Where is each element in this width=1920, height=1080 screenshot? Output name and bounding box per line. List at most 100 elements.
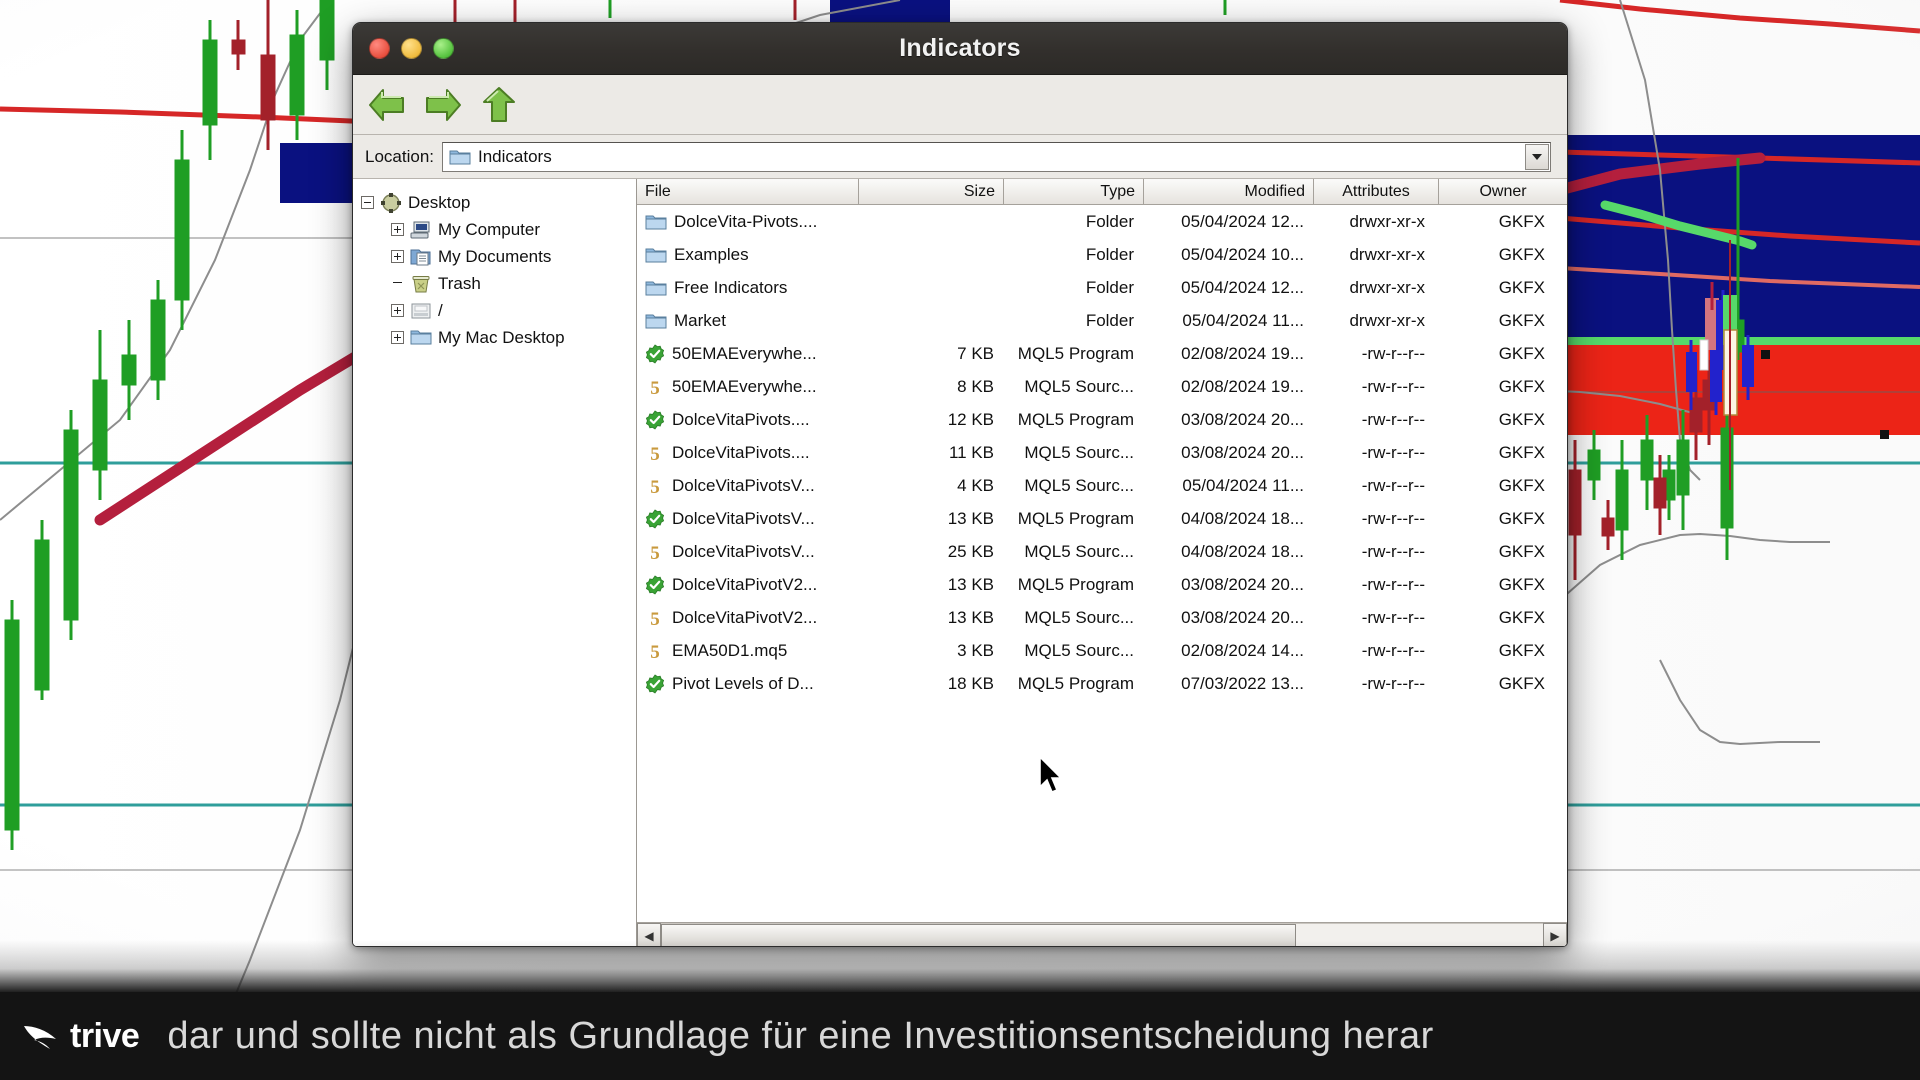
- mql5-ex5-icon: [645, 574, 665, 595]
- cell-file[interactable]: 5 EMA50D1.mq5: [637, 641, 859, 661]
- table-row[interactable]: Market Folder 05/04/2024 11... drwxr-xr-x GK…: [637, 304, 1567, 337]
- cell-owner: GKFX: [1498, 343, 1545, 363]
- table-row[interactable]: 5 DolceVitaPivotsV... 4 KB MQL5 Sourc... 05/…: [637, 469, 1567, 502]
- column-header-modified[interactable]: Modified: [1144, 179, 1314, 204]
- cell-file[interactable]: Free Indicators: [637, 278, 859, 298]
- cell-file[interactable]: 5 DolceVitaPivotsV...: [637, 476, 859, 496]
- table-row[interactable]: 5 DolceVitaPivots.... 11 KB MQL5 Sourc... 03…: [637, 436, 1567, 469]
- trash-icon: [412, 275, 430, 292]
- tree-item-my-documents[interactable]: My Documents: [361, 243, 636, 270]
- folder-icon: [645, 246, 667, 264]
- cell-file[interactable]: 5 DolceVitaPivots....: [637, 443, 859, 463]
- location-dropdown-button[interactable]: [1525, 143, 1549, 170]
- table-row[interactable]: DolceVitaPivots.... 12 KB MQL5 Program 03/0…: [637, 403, 1567, 436]
- table-row[interactable]: Free Indicators Folder 05/04/2024 12... drw…: [637, 271, 1567, 304]
- cell-modified: 07/03/2022 13...: [1181, 673, 1304, 693]
- close-button[interactable]: [369, 38, 390, 59]
- cell-file[interactable]: DolceVitaPivots....: [637, 410, 859, 430]
- file-list-headers[interactable]: File Size Type Modified Attributes Owner: [637, 179, 1567, 205]
- indicators-window[interactable]: Indicators Location: Indicators Desktop …: [352, 22, 1568, 947]
- file-name: Examples: [674, 244, 749, 264]
- scroll-left-button[interactable]: ◀: [637, 923, 661, 946]
- zoom-button[interactable]: [433, 38, 454, 59]
- file-name: 50EMAEverywhe...: [672, 343, 817, 363]
- column-header-owner[interactable]: Owner: [1439, 179, 1567, 204]
- cell-file[interactable]: DolceVitaPivotV2...: [637, 575, 859, 595]
- cell-attributes: -rw-r--r--: [1361, 508, 1425, 528]
- column-header-file[interactable]: File: [637, 179, 859, 204]
- table-row[interactable]: 5 EMA50D1.mq5 3 KB MQL5 Sourc... 02/08/2024 …: [637, 634, 1567, 667]
- horizontal-scrollbar[interactable]: ◀ ▶: [637, 922, 1567, 946]
- cell-size: 12 KB: [947, 409, 994, 429]
- scrollbar-thumb[interactable]: [661, 924, 1297, 946]
- cell-type: MQL5 Program: [1017, 574, 1134, 594]
- tree-expander-plus-icon[interactable]: [391, 304, 404, 317]
- cell-attributes: -rw-r--r--: [1361, 673, 1425, 693]
- folder-tree[interactable]: Desktop My Computer My Documents Trash /…: [353, 179, 637, 946]
- tree-item-trash[interactable]: Trash: [361, 270, 636, 297]
- tree-spacer: [391, 277, 404, 290]
- cell-file[interactable]: 5 DolceVitaPivotV2...: [637, 608, 859, 628]
- table-row[interactable]: 50EMAEverywhe... 7 KB MQL5 Program 02/08/20…: [637, 337, 1567, 370]
- location-input[interactable]: Indicators: [442, 141, 1551, 172]
- table-row[interactable]: 5 50EMAEverywhe... 8 KB MQL5 Sourc... 02/08/…: [637, 370, 1567, 403]
- folder-icon: [645, 279, 667, 297]
- cell-modified: 03/08/2024 20...: [1181, 409, 1304, 429]
- up-button[interactable]: [477, 83, 521, 127]
- cell-type: MQL5 Sourc...: [1024, 541, 1134, 561]
- table-row[interactable]: Examples Folder 05/04/2024 10... drwxr-xr-x…: [637, 238, 1567, 271]
- table-row[interactable]: 5 DolceVitaPivotsV... 25 KB MQL5 Sourc... 04…: [637, 535, 1567, 568]
- desktop-icon: [380, 192, 402, 213]
- column-header-attributes[interactable]: Attributes: [1314, 179, 1439, 204]
- scroll-right-button[interactable]: ▶: [1543, 923, 1567, 946]
- table-row[interactable]: 5 DolceVitaPivotV2... 13 KB MQL5 Sourc... 03…: [637, 601, 1567, 634]
- cell-file[interactable]: 5 50EMAEverywhe...: [637, 377, 859, 397]
- tree-item-desktop[interactable]: Desktop: [361, 189, 636, 216]
- tree-expander-plus-icon[interactable]: [391, 223, 404, 236]
- cell-type: MQL5 Sourc...: [1024, 607, 1134, 627]
- file-name: DolceVitaPivotsV...: [672, 541, 815, 561]
- cell-owner: GKFX: [1498, 640, 1545, 660]
- table-row[interactable]: DolceVita-Pivots.... Folder 05/04/2024 12.…: [637, 205, 1567, 238]
- cell-file[interactable]: DolceVitaPivotsV...: [637, 509, 859, 529]
- tree-expander-plus-icon[interactable]: [391, 250, 404, 263]
- location-bar[interactable]: Location: Indicators: [353, 135, 1567, 179]
- table-row[interactable]: DolceVitaPivotV2... 13 KB MQL5 Program 03/0…: [637, 568, 1567, 601]
- column-header-size[interactable]: Size: [859, 179, 1004, 204]
- file-name: EMA50D1.mq5: [672, 640, 788, 660]
- cell-file[interactable]: Examples: [637, 245, 859, 265]
- window-controls[interactable]: [369, 38, 454, 59]
- cell-file[interactable]: Pivot Levels of D...: [637, 674, 859, 694]
- chart-zone-red: [1560, 345, 1920, 435]
- mql5-ex5-icon: [645, 508, 665, 529]
- tree-expander-minus-icon[interactable]: [361, 196, 374, 209]
- cell-owner: GKFX: [1498, 673, 1545, 693]
- cell-owner: GKFX: [1498, 508, 1545, 528]
- table-row[interactable]: Pivot Levels of D... 18 KB MQL5 Program 07/…: [637, 667, 1567, 700]
- file-name: 50EMAEverywhe...: [672, 376, 817, 396]
- mql5-mq5-icon: 5: [650, 444, 660, 463]
- cell-file[interactable]: 50EMAEverywhe...: [637, 344, 859, 364]
- cell-owner: GKFX: [1498, 442, 1545, 462]
- scrollbar-track[interactable]: [661, 923, 1543, 946]
- window-titlebar[interactable]: Indicators: [353, 23, 1567, 75]
- file-list-rows[interactable]: DolceVita-Pivots.... Folder 05/04/2024 12.…: [637, 205, 1567, 922]
- minimize-button[interactable]: [401, 38, 422, 59]
- cell-modified: 05/04/2024 11...: [1182, 310, 1304, 330]
- navigation-toolbar[interactable]: [353, 75, 1567, 135]
- tree-item-[interactable]: /: [361, 297, 636, 324]
- table-row[interactable]: DolceVitaPivotsV... 13 KB MQL5 Program 04/0…: [637, 502, 1567, 535]
- cell-file[interactable]: DolceVita-Pivots....: [637, 212, 859, 232]
- cell-file[interactable]: 5 DolceVitaPivotsV...: [637, 542, 859, 562]
- column-header-type[interactable]: Type: [1004, 179, 1144, 204]
- cell-file[interactable]: Market: [637, 311, 859, 331]
- tree-item-my-computer[interactable]: My Computer: [361, 216, 636, 243]
- forward-button[interactable]: [421, 83, 465, 127]
- mql5-mq5-icon: 5: [645, 608, 665, 628]
- back-button[interactable]: [365, 83, 409, 127]
- trive-brand-text: trive: [70, 1016, 140, 1055]
- tree-expander-plus-icon[interactable]: [391, 331, 404, 344]
- cell-owner: GKFX: [1498, 541, 1545, 561]
- tree-item-my-mac-desktop[interactable]: My Mac Desktop: [361, 324, 636, 351]
- cell-modified: 02/08/2024 19...: [1181, 343, 1304, 363]
